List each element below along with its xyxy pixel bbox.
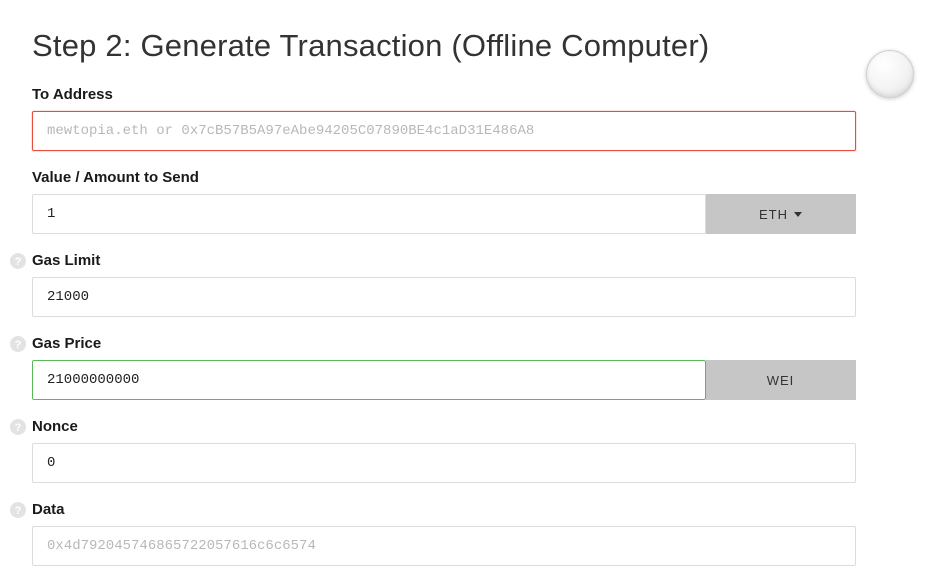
gas-price-label: Gas Price: [32, 335, 856, 352]
gas-price-field: ? Gas Price WEI: [32, 335, 856, 400]
nonce-label: Nonce: [32, 418, 856, 435]
to-address-label: To Address: [32, 86, 856, 103]
help-icon[interactable]: ?: [10, 419, 26, 435]
page-title: Step 2: Generate Transaction (Offline Co…: [32, 28, 910, 64]
nonce-input[interactable]: [32, 443, 856, 483]
data-label: Data: [32, 501, 856, 518]
svg-text:?: ?: [15, 422, 22, 434]
data-field: ? Data: [32, 501, 856, 566]
svg-text:?: ?: [15, 256, 22, 268]
gas-price-unit: WEI: [706, 360, 856, 400]
amount-field: Value / Amount to Send ETH: [32, 169, 856, 234]
to-address-input[interactable]: [32, 111, 856, 151]
help-icon[interactable]: ?: [10, 253, 26, 269]
unit-dropdown-label: ETH: [759, 207, 788, 222]
gas-limit-label: Gas Limit: [32, 252, 856, 269]
nonce-field: ? Nonce: [32, 418, 856, 483]
data-input[interactable]: [32, 526, 856, 566]
help-icon[interactable]: ?: [10, 502, 26, 518]
svg-text:?: ?: [15, 339, 22, 351]
gas-limit-input[interactable]: [32, 277, 856, 317]
amount-label: Value / Amount to Send: [32, 169, 856, 186]
chevron-down-icon: [794, 212, 802, 217]
address-identicon: [866, 50, 914, 98]
svg-text:?: ?: [15, 505, 22, 517]
gas-limit-field: ? Gas Limit: [32, 252, 856, 317]
unit-dropdown[interactable]: ETH: [706, 194, 856, 234]
amount-input[interactable]: [32, 194, 706, 234]
to-address-field: To Address: [32, 86, 856, 151]
help-icon[interactable]: ?: [10, 336, 26, 352]
gas-price-input[interactable]: [32, 360, 706, 400]
gas-price-unit-label: WEI: [767, 373, 795, 388]
